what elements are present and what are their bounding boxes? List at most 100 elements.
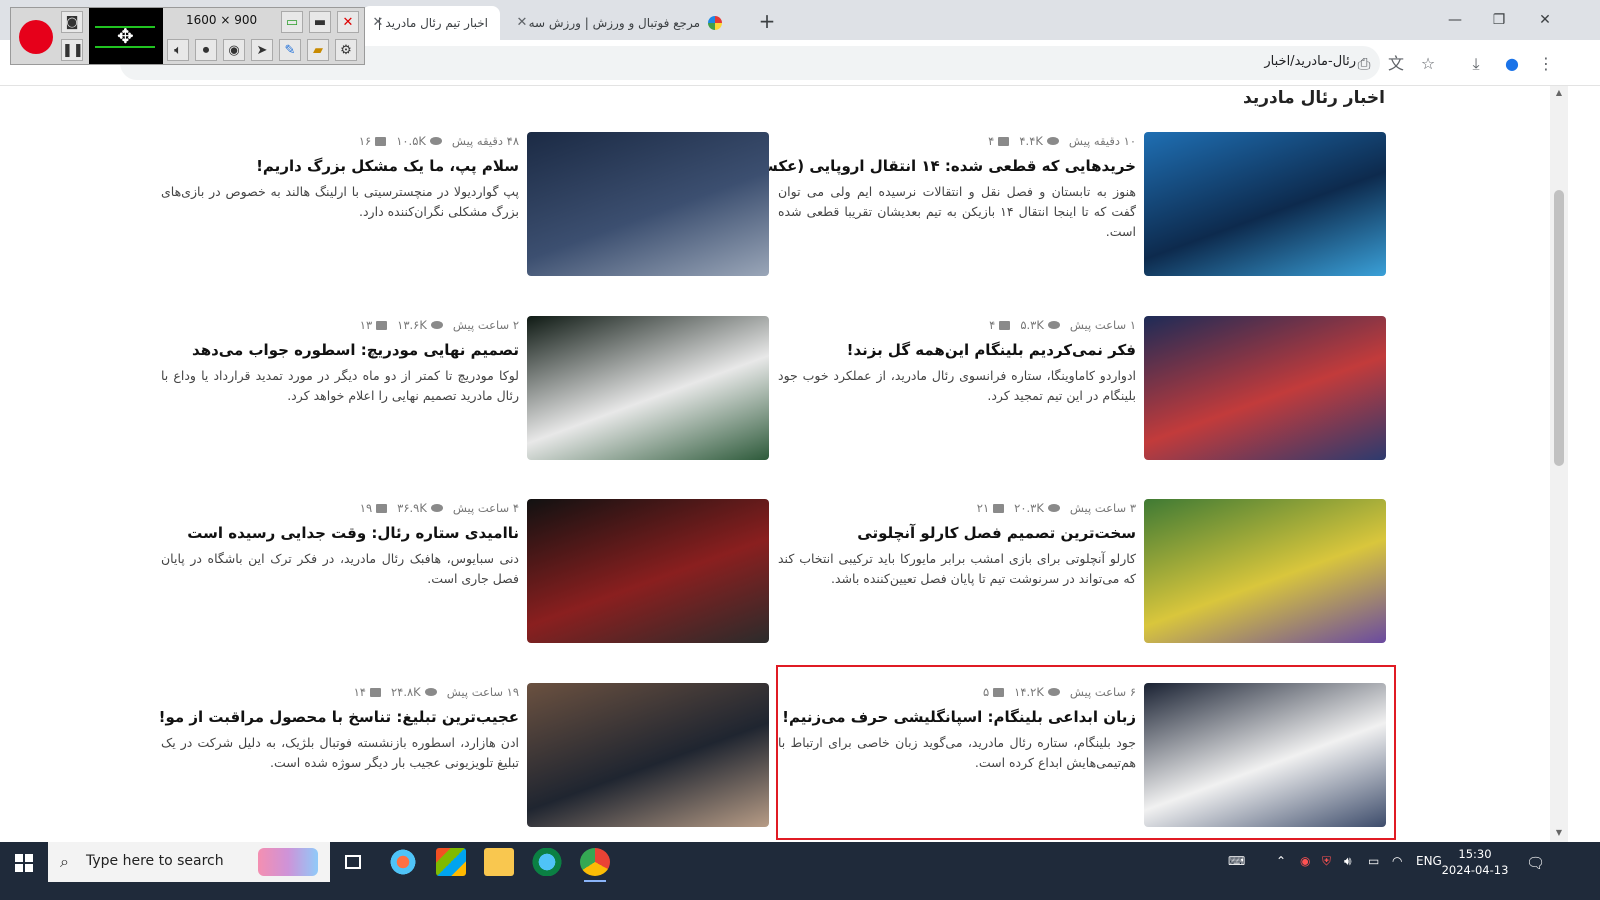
windows-start-button[interactable] xyxy=(0,842,48,882)
bookmark-star-icon[interactable]: ☆ xyxy=(1416,52,1440,76)
news-meta: ۳ ساعت پیش ۲۰.۳K ۲۱ xyxy=(778,499,1136,517)
settings-gear-icon[interactable]: ⚙ xyxy=(335,39,357,61)
page-scrollbar[interactable]: ▲ ▼ xyxy=(1550,86,1568,842)
news-card[interactable]: ۱۹ ساعت پیش ۲۴.۸K ۱۴ عجیب‌ترین تبلیغ: تناسخ… xyxy=(149,683,769,829)
profile-avatar-icon[interactable]: ● xyxy=(1500,52,1524,76)
comment-icon xyxy=(376,320,388,330)
news-comments: ۱۹ xyxy=(359,501,373,515)
pause-icon[interactable]: ❚❚ xyxy=(61,39,84,61)
close-tab-icon[interactable]: ✕ xyxy=(370,15,386,31)
news-title[interactable]: عجیب‌ترین تبلیغ: تناسخ با محصول مراقبت ا… xyxy=(159,707,519,727)
security-tray-icon[interactable]: ⛨ xyxy=(1322,854,1331,869)
scroll-down-icon[interactable]: ▼ xyxy=(1554,828,1564,838)
tab-real-madrid-news[interactable]: اخبار تیم رئال مادرید | ✕ xyxy=(362,6,500,40)
news-card[interactable]: ۱ ساعت پیش ۵.۳K ۴ فکر نمی‌کردیم بلینگام این… xyxy=(766,316,1386,462)
cursor-icon[interactable]: ➤ xyxy=(251,39,273,61)
language-indicator[interactable]: ENG xyxy=(1416,854,1442,868)
windows-taskbar: ⌕ Type here to search ⌨ ⌃ ◉ ⛨ 🔊︎ ▭ ◠ ENG… xyxy=(0,842,1600,900)
close-recorder-icon[interactable]: ✕ xyxy=(337,11,359,33)
minimize-window-icon[interactable]: — xyxy=(1440,8,1470,32)
news-text: ۲ ساعت پیش ۱۳.۶K ۱۳ تصمیم نهایی مودریچ: اسط… xyxy=(161,316,519,406)
news-card[interactable]: ۴۸ دقیقه پیش ۱۰.۵K ۱۶ سلام پپ، ما یک مشکل ب… xyxy=(149,132,769,278)
tab-varzesh3[interactable]: مرجع فوتبال و ورزش | ورزش سه ✕ xyxy=(506,6,734,40)
news-meta: ۲ ساعت پیش ۱۳.۶K ۱۳ xyxy=(161,316,519,334)
news-summary: لوکا مودریچ تا کمتر از دو ماه دیگر در مو… xyxy=(161,368,519,403)
microphone-icon[interactable]: ⏺ xyxy=(195,39,217,61)
camera-icon[interactable]: ◙ xyxy=(61,11,83,33)
news-title[interactable]: ناامیدی ستاره رئال: وقت جدایی رسیده است xyxy=(161,523,519,543)
news-thumbnail[interactable] xyxy=(1144,316,1386,460)
news-title[interactable]: تصمیم نهایی مودریچ: اسطوره جواب می‌دهد xyxy=(161,340,519,360)
paint-app-icon[interactable] xyxy=(388,848,418,876)
news-meta: ۱۹ ساعت پیش ۲۴.۸K ۱۴ xyxy=(161,683,519,701)
news-views: ۲۴.۸K xyxy=(390,685,421,699)
news-thumbnail[interactable] xyxy=(527,316,769,460)
highlight-annotation-box xyxy=(776,665,1396,840)
close-tab-icon[interactable]: ✕ xyxy=(514,15,530,31)
scroll-thumb[interactable] xyxy=(1554,190,1564,466)
news-text: ۴۸ دقیقه پیش ۱۰.۵K ۱۶ سلام پپ، ما یک مشکل ب… xyxy=(161,132,519,222)
record-button[interactable] xyxy=(19,20,53,54)
news-text: ۳ ساعت پیش ۲۰.۳K ۲۱ سخت‌ترین تصمیم فصل کارل… xyxy=(778,499,1136,589)
close-window-icon[interactable]: ✕ xyxy=(1530,8,1560,32)
news-text: ۱۹ ساعت پیش ۲۴.۸K ۱۴ عجیب‌ترین تبلیغ: تناسخ… xyxy=(159,683,519,773)
news-meta: ۴۸ دقیقه پیش ۱۰.۵K ۱۶ xyxy=(161,132,519,150)
news-card[interactable]: ۲ ساعت پیش ۱۳.۶K ۱۳ تصمیم نهایی مودریچ: اسط… xyxy=(149,316,769,462)
news-title[interactable]: خریدهایی که قطعی شده: ۱۴ انتقال اروپایی … xyxy=(750,156,1136,176)
download-icon[interactable]: ⤓ xyxy=(1464,52,1488,76)
news-title[interactable]: سخت‌ترین تصمیم فصل کارلو آنچلوتی xyxy=(778,523,1136,543)
install-app-icon[interactable]: ⎙ xyxy=(1352,52,1376,76)
wifi-icon[interactable]: ◠ xyxy=(1392,854,1402,868)
news-card[interactable]: ۴ ساعت پیش ۳۶.۹K ۱۹ ناامیدی ستاره رئال: وقت… xyxy=(149,499,769,645)
pen-icon[interactable]: ✎ xyxy=(279,39,301,61)
edge-browser-icon[interactable] xyxy=(532,848,562,876)
chrome-browser-icon[interactable] xyxy=(580,848,610,882)
news-views: ۱۰.۵K xyxy=(396,134,426,148)
news-time: ۳ ساعت پیش xyxy=(1069,501,1136,515)
translate-icon[interactable]: 文 xyxy=(1384,52,1408,76)
news-thumbnail[interactable] xyxy=(527,683,769,827)
news-views: ۵.۳K xyxy=(1020,318,1044,332)
webcam-icon[interactable]: ◉ xyxy=(223,39,245,61)
browser-menu-icon[interactable]: ⋮ xyxy=(1534,52,1558,76)
keyboard-icon[interactable]: ⌨ xyxy=(1228,854,1245,868)
news-thumbnail[interactable] xyxy=(527,499,769,643)
notifications-icon[interactable]: 🗨︎ xyxy=(1526,854,1545,872)
file-explorer-icon[interactable] xyxy=(484,848,514,876)
volume-icon[interactable]: 🔊︎ xyxy=(1344,854,1352,869)
scroll-up-icon[interactable]: ▲ xyxy=(1554,88,1564,98)
news-summary: دنی سبایوس، هافبک رئال مادرید، در فکر تر… xyxy=(161,551,519,586)
news-summary: کارلو آنچلوتی برای بازی امشب برابر مایور… xyxy=(778,551,1136,586)
tab-title: مرجع فوتبال و ورزش | ورزش سه xyxy=(528,16,700,30)
news-summary: پپ گواردیولا در منچسترسیتی با ارلینگ هال… xyxy=(161,184,519,219)
new-tab-button[interactable]: + xyxy=(756,10,778,32)
restore-window-icon[interactable]: ❐ xyxy=(1484,8,1514,32)
news-thumbnail[interactable] xyxy=(1144,132,1386,276)
news-card[interactable]: ۱۰ دقیقه پیش ۴.۴K ۴ خریدهایی که قطعی شده: ۱… xyxy=(750,132,1386,278)
search-placeholder: Type here to search xyxy=(86,853,224,869)
task-view-icon[interactable] xyxy=(338,848,368,876)
news-thumbnail[interactable] xyxy=(1144,499,1386,643)
minimize-recorder-icon[interactable]: ▬ xyxy=(309,11,331,33)
battery-icon[interactable]: ▭ xyxy=(1368,854,1379,868)
taskbar-search-box[interactable]: ⌕ Type here to search xyxy=(48,842,330,882)
screen-recorder-toolbar: ◙ ❚❚ ✥ 1600 × 900 ▭ ▬ ✕ 🔈︎ ⏺ ◉ ➤ ✎ ▰ ⚙ xyxy=(10,7,365,65)
microsoft-store-icon[interactable] xyxy=(436,848,466,876)
news-summary: ادواردو کاماوینگا، ستاره فرانسوی رئال ما… xyxy=(778,368,1136,403)
folder-icon[interactable]: ▰ xyxy=(307,39,329,61)
recorder-tray-icon[interactable]: ◉ xyxy=(1300,854,1310,868)
taskbar-clock[interactable]: 15:30 2024-04-13 xyxy=(1440,846,1510,878)
news-meta: ۴ ساعت پیش ۳۶.۹K ۱۹ xyxy=(161,499,519,517)
address-url: رئال-مادرید/اخبار xyxy=(1264,54,1356,69)
comment-icon xyxy=(999,320,1011,330)
news-title[interactable]: فکر نمی‌کردیم بلینگام این‌همه گل بزند! xyxy=(778,340,1136,360)
show-hidden-icons-icon[interactable]: ⌃ xyxy=(1276,854,1286,868)
news-thumbnail[interactable] xyxy=(527,132,769,276)
region-select-icon[interactable]: ▭ xyxy=(281,11,303,33)
news-card[interactable]: ۳ ساعت پیش ۲۰.۳K ۲۱ سخت‌ترین تصمیم فصل کارل… xyxy=(766,499,1386,645)
news-meta: ۱ ساعت پیش ۵.۳K ۴ xyxy=(778,316,1136,334)
move-handle-icon[interactable]: ✥ xyxy=(117,24,134,48)
tab-title: اخبار تیم رئال مادرید | xyxy=(377,16,488,30)
speaker-icon[interactable]: 🔈︎ xyxy=(167,39,189,61)
news-title[interactable]: سلام پپ، ما یک مشکل بزرگ داریم! xyxy=(161,156,519,176)
